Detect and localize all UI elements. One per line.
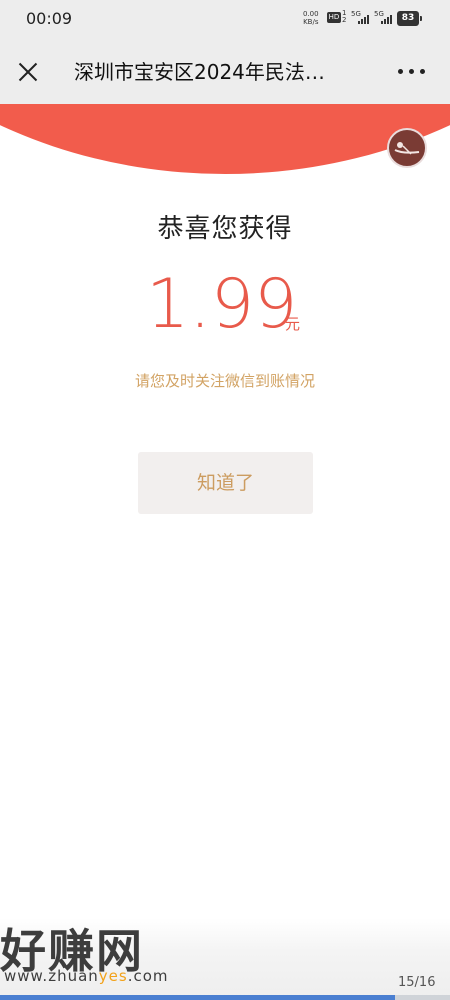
battery-icon: 83 (397, 11, 422, 26)
more-icon[interactable] (396, 66, 428, 78)
status-bar: 00:09 0.00 KB/s HD 1 2 5G 5G 83 (0, 0, 450, 40)
amount-value: 1.99 (146, 265, 298, 344)
amount-unit: 元 (285, 315, 301, 333)
header-arc (0, 104, 450, 174)
nav-bar: 深圳市宝安区2024年民法… (0, 40, 450, 104)
watermark-url-highlight: yes (98, 967, 128, 985)
status-time: 00:09 (26, 9, 73, 28)
network-speed-value: 0.00 (303, 10, 319, 18)
congrats-heading: 恭喜您获得 (157, 214, 293, 244)
page-title: 深圳市宝安区2024年民法… (74, 60, 325, 84)
hd-icon: HD (327, 12, 341, 23)
arrival-hint: 请您及时关注微信到账情况 (134, 372, 315, 390)
reward-amount: 1.99 元 (0, 265, 450, 345)
network-speed-unit: KB/s (303, 18, 319, 26)
signal-icon-sim1: 5G (351, 10, 373, 24)
progress-bar (0, 995, 450, 1000)
page-indicator: 15/16 (398, 975, 436, 990)
network-speed: 0.00 KB/s (303, 10, 319, 26)
watermark-url: www.zhuanyes.com (4, 967, 169, 985)
signal-icon-sim2: 5G (374, 10, 396, 24)
close-icon[interactable] (14, 58, 42, 86)
got-it-button[interactable]: 知道了 (138, 452, 313, 514)
watermark-url-prefix: www.zhuan (4, 967, 99, 985)
sim-index-icon: 1 2 (342, 9, 347, 24)
watermark-url-suffix: .com (127, 967, 169, 985)
avatar[interactable] (387, 128, 427, 168)
